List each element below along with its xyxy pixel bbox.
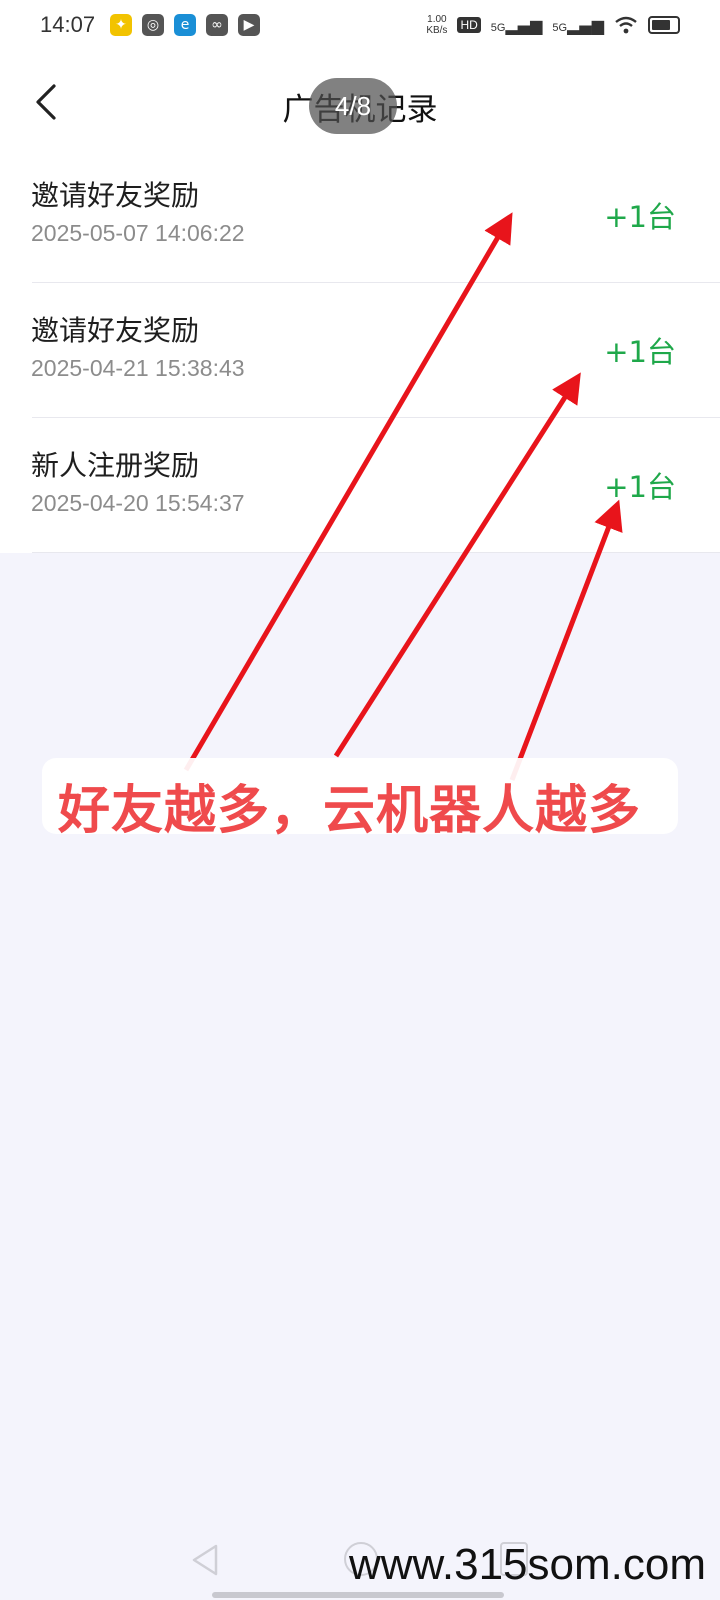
watermark-text: www.315som.com (348, 1540, 706, 1589)
arrow-to-record-1 (183, 212, 513, 772)
arrow-to-record-3 (509, 499, 623, 781)
annotation-caption: 好友越多，云机器人越多 (58, 781, 642, 841)
triangle-back-icon (192, 1544, 218, 1576)
home-indicator[interactable] (212, 1592, 504, 1598)
arrow-to-record-2 (333, 372, 581, 758)
nav-back-button[interactable] (190, 1540, 220, 1580)
